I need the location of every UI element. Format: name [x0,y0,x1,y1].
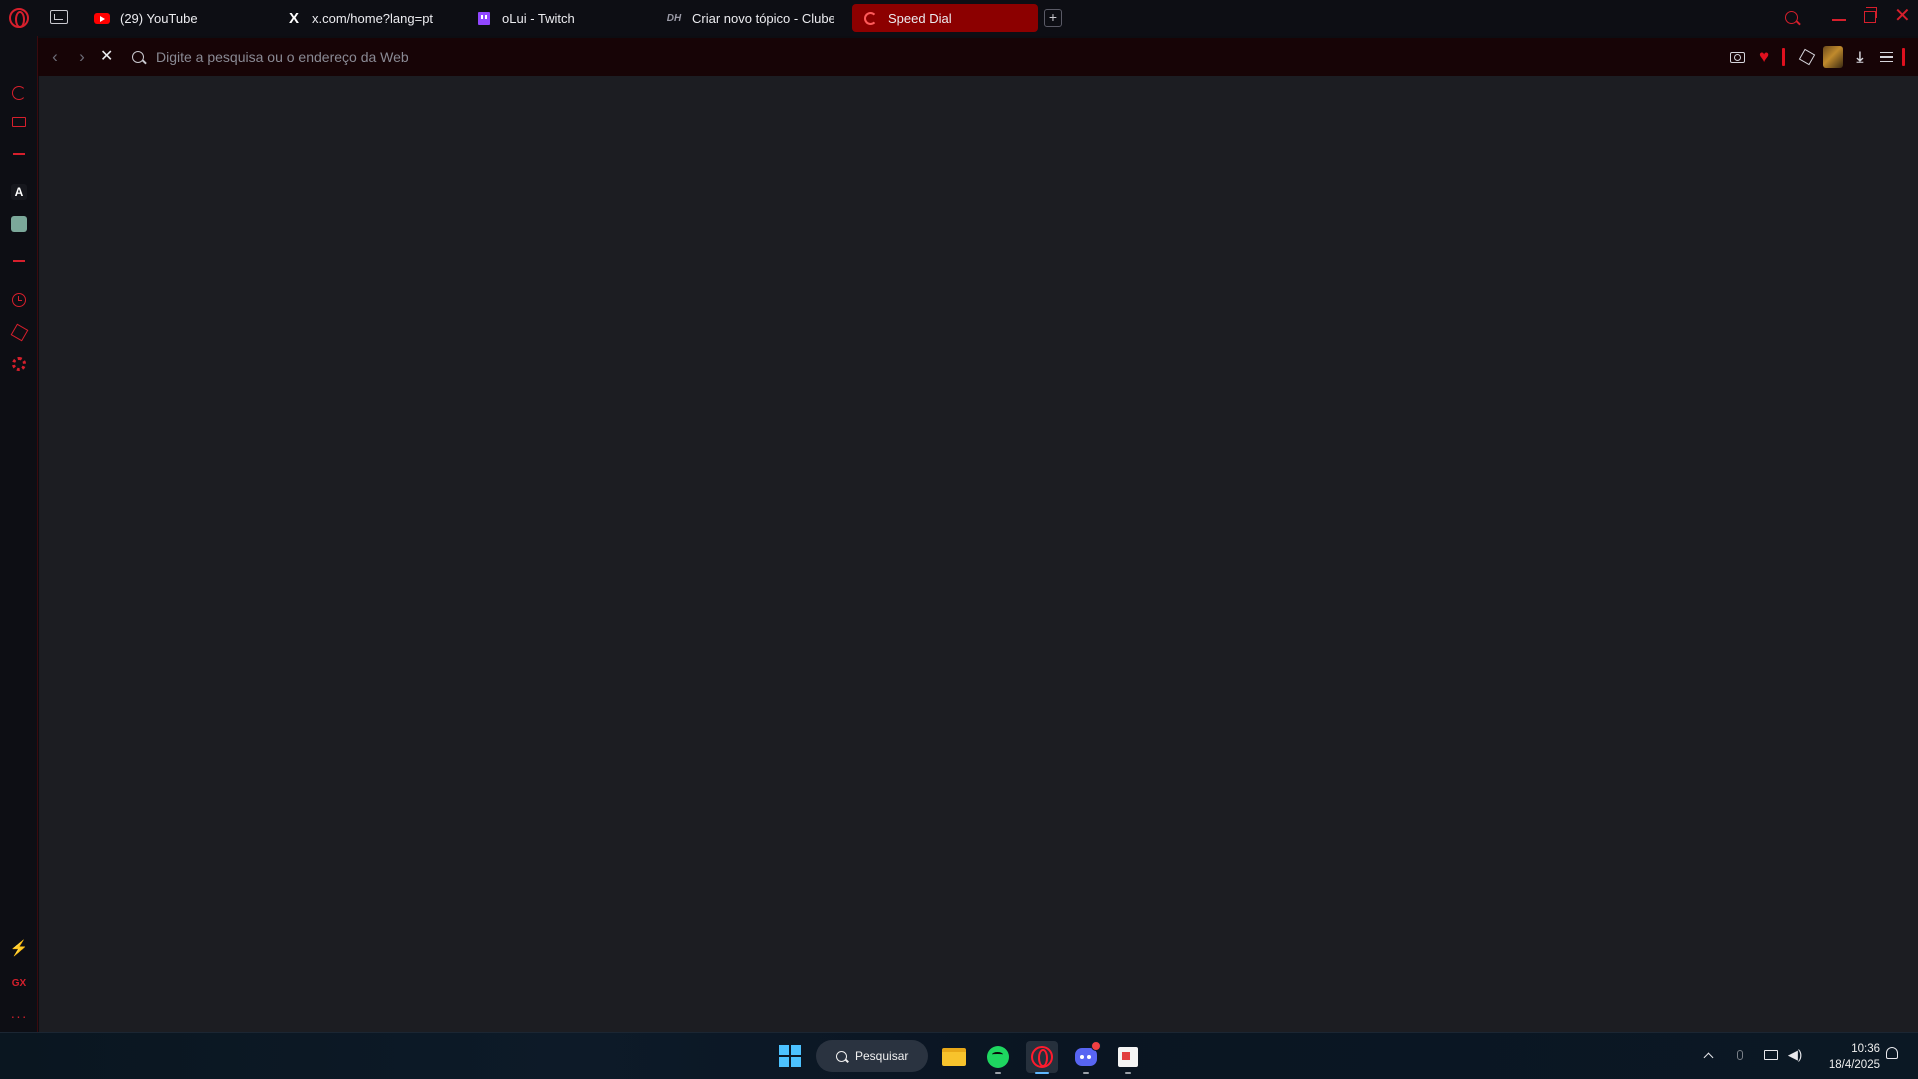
tab-switcher-icon[interactable] [50,10,68,24]
address-bar[interactable] [130,42,1750,72]
gx-control-icon[interactable]: ⚡ [9,938,29,958]
show-hidden-icons-icon[interactable] [1700,1047,1716,1063]
volume-icon[interactable]: ◀) [1787,1047,1803,1063]
settings-icon[interactable] [9,354,29,374]
profile-button[interactable] [1823,46,1843,68]
discord-icon[interactable] [1070,1041,1102,1073]
clube-icon: DH [666,12,682,24]
history-icon[interactable] [9,290,29,310]
search-icon [132,51,144,63]
minimize-button[interactable] [1832,19,1846,21]
download-icon: ⤓ [1856,48,1864,66]
close-window-button[interactable]: ✕ [1894,4,1911,28]
taskbar-search-label: Pesquisar [855,1049,909,1063]
spotify-icon[interactable] [982,1041,1014,1073]
extensions-icon[interactable] [9,322,29,342]
notification-badge [1091,1041,1101,1051]
tab-title: Speed Dial [888,10,952,26]
sidebar-separator [13,260,25,262]
heart-icon: ♥ [1758,47,1770,66]
new-tab-button[interactable]: + [1044,9,1062,27]
snapshot-button[interactable] [1727,47,1747,67]
tab-youtube[interactable]: (29) YouTube [84,4,274,32]
extensions-button[interactable] [1797,47,1817,67]
sidebar: A ⚡ GX ··· [0,36,38,1032]
running-indicator [1035,1072,1049,1074]
easy-setup-button[interactable] [1876,47,1896,67]
windows-start-icon[interactable] [779,1045,801,1067]
menu-icon [1879,52,1893,62]
forward-button[interactable]: › [73,48,91,66]
chatgpt-icon[interactable] [9,214,29,234]
app-a-icon[interactable]: A [9,182,29,202]
youtube-icon [94,10,110,26]
restore-button[interactable] [1864,7,1877,23]
address-input[interactable] [156,49,1656,65]
microphone-icon[interactable] [1732,1047,1748,1063]
clock-time: 10:36 [1851,1043,1880,1055]
file-explorer-icon[interactable] [938,1041,970,1073]
taskbar-search[interactable]: Pesquisar [816,1040,928,1072]
tab-speed-dial[interactable]: Speed Dial [852,4,1038,32]
running-indicator [1083,1072,1089,1074]
loading-spinner-icon [862,10,878,26]
toolbar-separator [1782,48,1785,66]
notifications-icon[interactable] [1886,1047,1898,1059]
tab-twitch[interactable]: oLui - Twitch [466,4,656,32]
tab-title: Criar novo tópico - Clube [692,10,834,26]
speed-dial-icon[interactable] [9,83,29,103]
avatar [1823,46,1843,68]
taskbar-clock[interactable]: 10:36 18/4/2025 [1814,1041,1880,1073]
tab-clube[interactable]: DH Criar novo tópico - Clube [656,4,834,32]
sidebar-separator [13,153,25,155]
tab-strip: (29) YouTube X x.com/home?lang=pt oLui -… [0,0,1918,36]
stop-loading-button[interactable]: ✕ [100,47,113,67]
tab-search-icon[interactable] [1785,11,1798,24]
tab-title: (29) YouTube [120,10,198,26]
tab-title: x.com/home?lang=pt [312,10,434,26]
favorites-button[interactable]: ♥ [1754,47,1774,67]
shop-icon[interactable] [9,110,29,130]
search-icon [836,1050,847,1062]
downloads-button[interactable]: ⤓ [1850,47,1870,67]
toolbar-edge [1902,48,1905,66]
cube-icon [1798,48,1816,66]
network-icon[interactable] [1763,1047,1779,1063]
tab-title: oLui - Twitch [502,10,575,26]
opera-gx-icon[interactable] [1026,1041,1058,1073]
paint-icon[interactable] [1112,1041,1144,1073]
page-content [39,76,1918,1032]
tab-x[interactable]: X x.com/home?lang=pt [276,4,466,32]
opera-menu-icon[interactable] [9,8,29,28]
camera-icon [1729,51,1745,63]
gx-corner-icon[interactable]: GX [9,973,29,993]
back-button[interactable]: ‹ [46,48,64,66]
clock-date: 18/4/2025 [1828,1059,1880,1071]
browser-window: (29) YouTube X x.com/home?lang=pt oLui -… [0,0,1918,1032]
more-icon[interactable]: ··· [9,1006,29,1026]
running-indicator [995,1072,1001,1074]
x-icon: X [288,9,299,27]
running-indicator [1125,1072,1131,1074]
address-bar-row: ‹ › ✕ ♥ ⤓ [38,38,1918,76]
twitch-icon [476,10,492,26]
